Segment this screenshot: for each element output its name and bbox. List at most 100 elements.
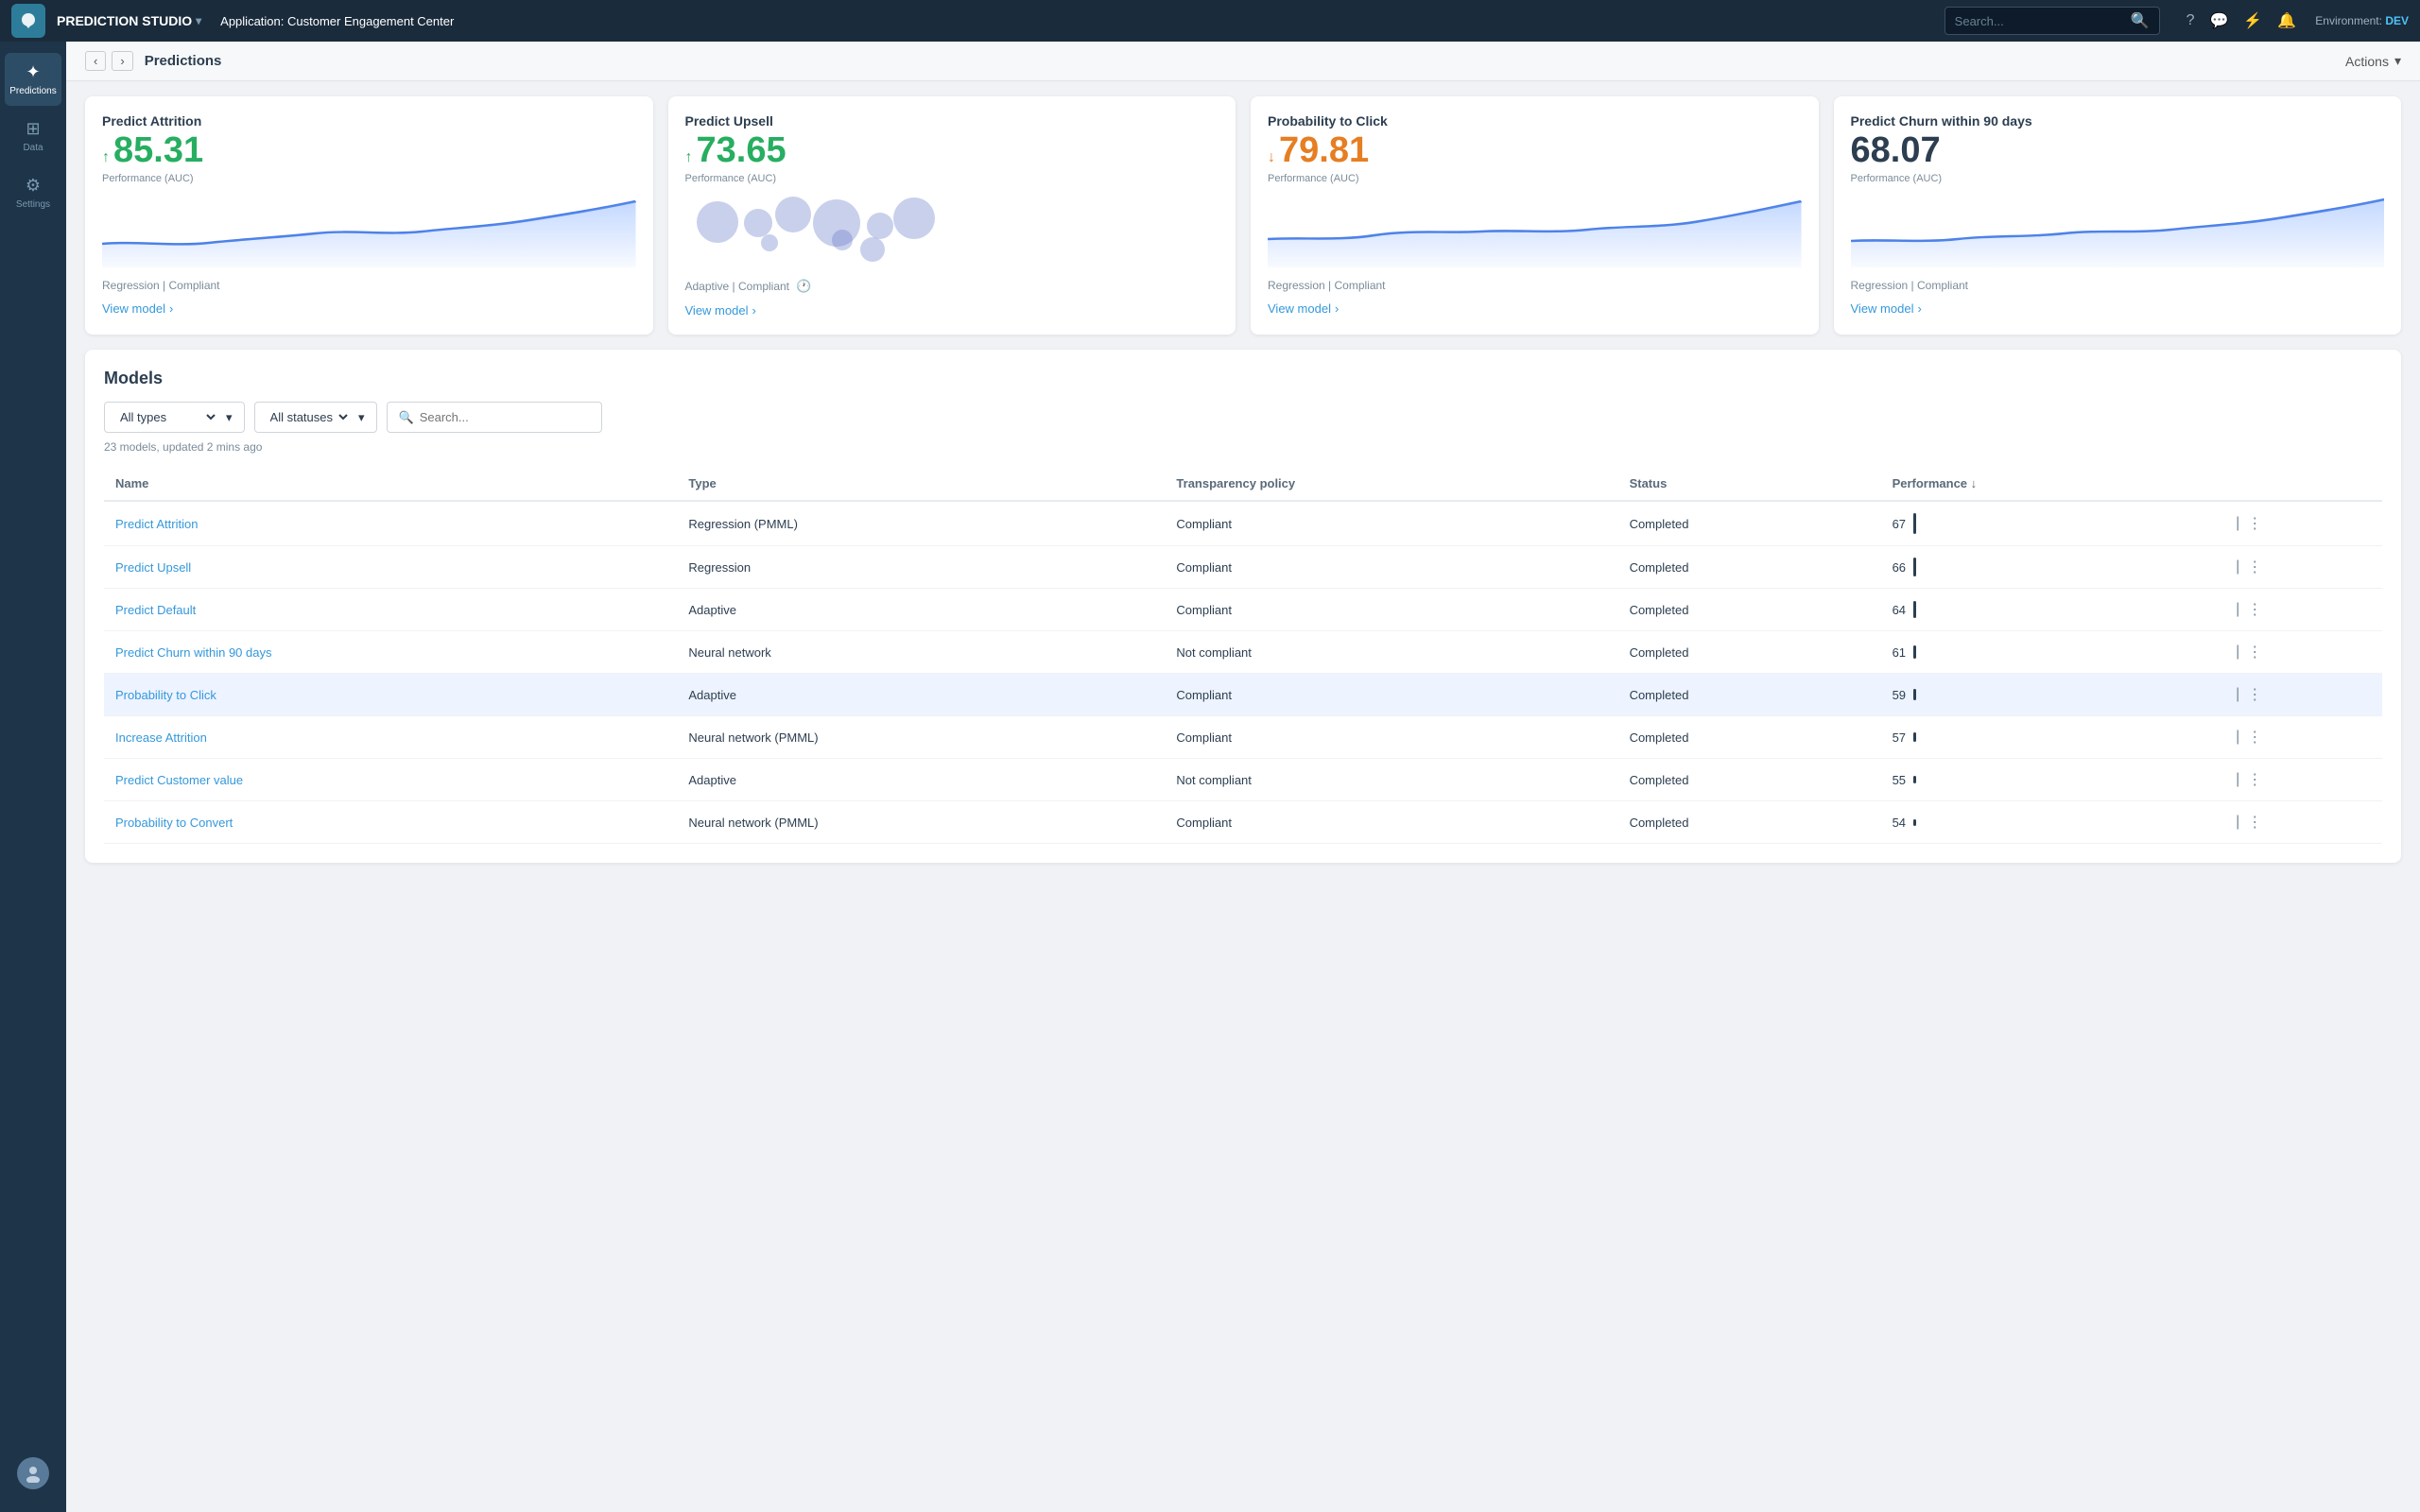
status-filter[interactable]: All statuses Completed In progress Faile…	[254, 402, 377, 433]
more-options-icon[interactable]: ⋮	[2247, 728, 2262, 747]
bolt-icon[interactable]: ⚡	[2243, 11, 2262, 30]
row-transparency: Not compliant	[1165, 631, 1617, 674]
table-row: Predict Attrition Regression (PMML) Comp…	[104, 501, 2382, 546]
vertical-bar-icon: |	[2236, 729, 2239, 746]
card-title-prob-click: Probability to Click	[1268, 113, 1802, 129]
type-filter-select[interactable]: All types Regression Adaptive Neural net…	[116, 409, 218, 425]
row-name-link[interactable]: Increase Attrition	[115, 730, 207, 745]
vertical-bar-icon: |	[2236, 771, 2239, 788]
chat-icon[interactable]: 💬	[2210, 11, 2229, 30]
card-footer-prob-click: Regression | Compliant	[1268, 279, 1802, 292]
perf-bar-indicator	[1913, 513, 1916, 534]
breadcrumb-nav[interactable]: ‹ ›	[85, 51, 133, 71]
sidebar-bottom	[17, 1446, 49, 1501]
row-actions[interactable]: | ⋮	[2236, 813, 2371, 832]
row-status: Completed	[1618, 674, 1881, 716]
sidebar-item-predictions-label: Predictions	[9, 86, 56, 96]
row-actions[interactable]: | ⋮	[2236, 770, 2371, 789]
models-filters: All types Regression Adaptive Neural net…	[104, 402, 2382, 433]
table-row: Predict Upsell Regression Compliant Comp…	[104, 546, 2382, 589]
col-type: Type	[677, 467, 1165, 501]
row-actions[interactable]: | ⋮	[2236, 643, 2371, 662]
more-options-icon[interactable]: ⋮	[2247, 558, 2262, 576]
row-performance: 57	[1881, 716, 2225, 759]
chevron-right-icon: ›	[169, 301, 173, 316]
more-options-icon[interactable]: ⋮	[2247, 643, 2262, 662]
more-options-icon[interactable]: ⋮	[2247, 770, 2262, 789]
avatar[interactable]	[17, 1457, 49, 1489]
type-filter[interactable]: All types Regression Adaptive Neural net…	[104, 402, 245, 433]
card-footer-attrition: Regression | Compliant	[102, 279, 636, 292]
row-type: Regression	[677, 546, 1165, 589]
row-name-link[interactable]: Predict Default	[115, 603, 196, 617]
sidebar-item-data[interactable]: ⊞ Data	[5, 110, 61, 163]
status-filter-select[interactable]: All statuses Completed In progress Faile…	[267, 409, 351, 425]
search-input[interactable]	[1955, 14, 2125, 28]
row-performance: 61	[1881, 631, 2225, 674]
row-actions[interactable]: | ⋮	[2236, 514, 2371, 533]
help-icon[interactable]: ?	[2187, 12, 2195, 29]
view-model-predict-churn[interactable]: View model ›	[1851, 301, 2385, 316]
perf-bar-indicator	[1913, 819, 1916, 826]
row-type: Regression (PMML)	[677, 501, 1165, 546]
app-label: Application: Customer Engagement Center	[220, 14, 454, 28]
row-status: Completed	[1618, 501, 1881, 546]
card-chart-upsell	[685, 192, 1219, 267]
view-model-prob-click[interactable]: View model ›	[1268, 301, 1802, 316]
top-nav: PREDICTION STUDIO ▾ Application: Custome…	[0, 0, 2420, 42]
env-label: Environment: DEV	[2315, 14, 2409, 27]
row-name-link[interactable]: Predict Customer value	[115, 773, 243, 787]
bubble-chart-upsell	[685, 192, 1219, 267]
sidebar-item-predictions[interactable]: ✦ Predictions	[5, 53, 61, 106]
vertical-bar-icon: |	[2236, 686, 2239, 703]
row-name-link[interactable]: Predict Attrition	[115, 517, 198, 531]
perf-bar-indicator	[1913, 645, 1916, 659]
actions-menu[interactable]: Actions ▾	[2345, 53, 2401, 69]
breadcrumb-bar: ‹ › Predictions Actions ▾	[66, 42, 2420, 81]
cards-grid: Predict Attrition ↑ 85.31 Performance (A…	[85, 96, 2401, 335]
perf-bar-indicator	[1913, 689, 1916, 700]
row-actions[interactable]: | ⋮	[2236, 558, 2371, 576]
row-type: Adaptive	[677, 674, 1165, 716]
forward-button[interactable]: ›	[112, 51, 132, 71]
row-name-link[interactable]: Predict Churn within 90 days	[115, 645, 271, 660]
more-options-icon[interactable]: ⋮	[2247, 813, 2262, 832]
row-transparency: Compliant	[1165, 716, 1617, 759]
card-score-prob-click: 79.81	[1279, 130, 1369, 171]
card-chart-predict-churn	[1851, 192, 2385, 267]
row-actions[interactable]: | ⋮	[2236, 728, 2371, 747]
more-options-icon[interactable]: ⋮	[2247, 685, 2262, 704]
perf-bar-indicator	[1913, 601, 1916, 618]
row-name-link[interactable]: Probability to Convert	[115, 816, 233, 830]
back-button[interactable]: ‹	[85, 51, 106, 71]
vertical-bar-icon: |	[2236, 814, 2239, 831]
page-title: Predictions	[145, 53, 222, 69]
data-icon: ⊞	[26, 119, 40, 139]
view-model-attrition[interactable]: View model ›	[102, 301, 636, 316]
row-actions[interactable]: | ⋮	[2236, 685, 2371, 704]
row-type: Neural network (PMML)	[677, 716, 1165, 759]
view-model-upsell[interactable]: View model ›	[685, 303, 1219, 318]
sidebar-item-settings[interactable]: ⚙ Settings	[5, 166, 61, 219]
row-name-link[interactable]: Probability to Click	[115, 688, 216, 702]
perf-bar-indicator	[1913, 558, 1916, 576]
search-box[interactable]: 🔍	[1945, 7, 2160, 35]
col-actions	[2224, 467, 2382, 501]
row-status: Completed	[1618, 546, 1881, 589]
row-name-link[interactable]: Predict Upsell	[115, 560, 191, 575]
vertical-bar-icon: |	[2236, 601, 2239, 618]
card-predict-churn: Predict Churn within 90 days 68.07 Perfo…	[1834, 96, 2402, 335]
bell-icon[interactable]: 🔔	[2277, 11, 2296, 30]
card-chart-attrition	[102, 192, 636, 267]
model-search[interactable]: 🔍	[387, 402, 602, 433]
row-transparency: Compliant	[1165, 674, 1617, 716]
model-search-input[interactable]	[420, 410, 590, 424]
col-name: Name	[104, 467, 677, 501]
row-performance: 64	[1881, 589, 2225, 631]
row-actions[interactable]: | ⋮	[2236, 600, 2371, 619]
more-options-icon[interactable]: ⋮	[2247, 514, 2262, 533]
models-table: Name Type Transparency policy Status Per…	[104, 467, 2382, 844]
more-options-icon[interactable]: ⋮	[2247, 600, 2262, 619]
card-prob-click: Probability to Click ↓ 79.81 Performance…	[1251, 96, 1819, 335]
col-performance[interactable]: Performance ↓	[1881, 467, 2225, 501]
